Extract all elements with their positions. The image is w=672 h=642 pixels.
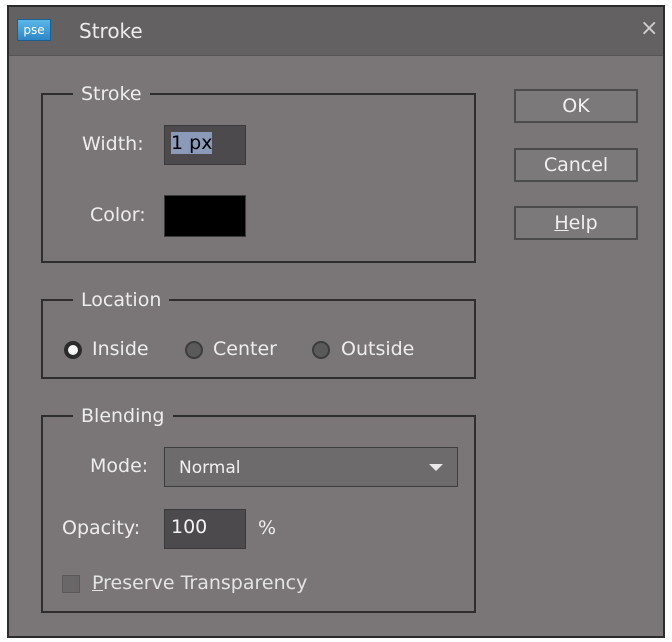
stroke-group-legend: Stroke: [81, 83, 142, 105]
width-label: Width:: [82, 133, 144, 155]
cancel-button[interactable]: Cancel: [514, 148, 638, 182]
ok-button[interactable]: OK: [514, 89, 638, 123]
opacity-unit: %: [258, 517, 277, 539]
close-icon[interactable]: ×: [640, 17, 658, 41]
mode-value: Normal: [179, 458, 241, 478]
color-label: Color:: [90, 204, 146, 226]
opacity-label: Opacity:: [62, 517, 141, 539]
color-swatch[interactable]: [164, 195, 246, 237]
opacity-input[interactable]: 100: [164, 509, 246, 549]
chevron-down-icon: [429, 464, 443, 471]
location-group-legend: Location: [81, 289, 162, 311]
app-logo-icon: pse: [17, 19, 51, 41]
stroke-dialog: pse Stroke × Stroke Width: 1 px Color: L…: [7, 5, 665, 638]
title-bar[interactable]: pse Stroke ×: [9, 7, 663, 56]
radio-outside[interactable]: [312, 341, 330, 359]
width-value: 1 px: [171, 132, 213, 154]
preserve-transparency-checkbox[interactable]: [62, 575, 80, 593]
preserve-transparency-label[interactable]: Preserve Transparency: [92, 572, 307, 594]
dialog-title: Stroke: [79, 19, 143, 43]
radio-center[interactable]: [185, 341, 203, 359]
location-group: Location: [41, 289, 476, 379]
opacity-value: 100: [171, 516, 208, 538]
blending-group-legend: Blending: [81, 405, 165, 427]
width-input[interactable]: 1 px: [164, 125, 246, 165]
mode-label: Mode:: [90, 455, 149, 477]
radio-inside[interactable]: [64, 341, 82, 359]
radio-center-label[interactable]: Center: [213, 338, 277, 360]
help-button[interactable]: Help: [514, 206, 638, 240]
mode-select[interactable]: Normal: [164, 447, 458, 487]
radio-outside-label[interactable]: Outside: [341, 338, 414, 360]
stroke-group: Stroke: [41, 83, 476, 263]
radio-inside-label[interactable]: Inside: [92, 338, 149, 360]
